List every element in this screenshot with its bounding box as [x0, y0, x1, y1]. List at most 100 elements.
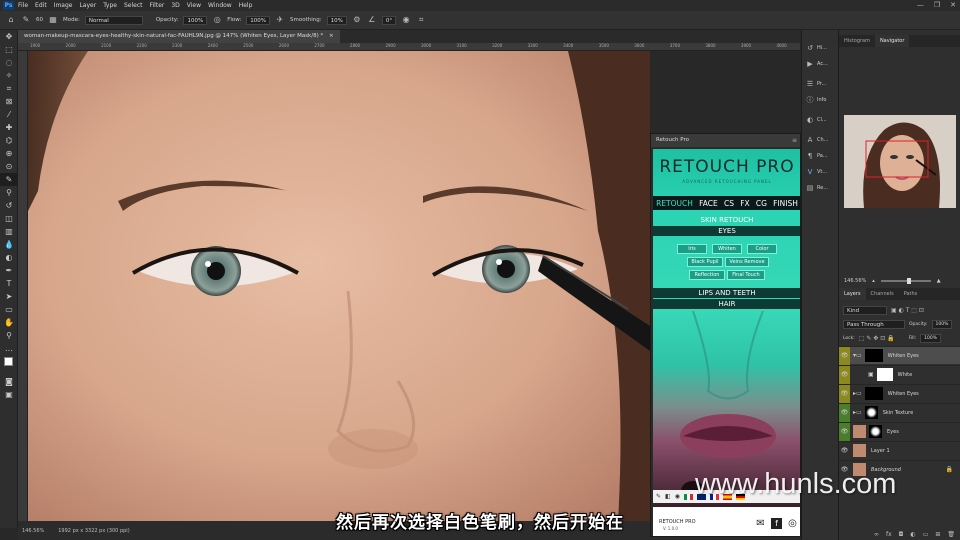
- new-layer-icon[interactable]: ⊞: [935, 531, 940, 538]
- layer-row[interactable]: 👁 ▸▭ Skin Texture: [839, 403, 960, 422]
- symmetry-icon[interactable]: ⌗: [416, 15, 426, 25]
- link-layers-icon[interactable]: ∞: [874, 531, 879, 538]
- more-tools-icon[interactable]: …: [0, 342, 18, 355]
- color-panel-button[interactable]: ◐ Cl...: [802, 112, 839, 128]
- lasso-tool-icon[interactable]: ◌: [0, 56, 18, 69]
- actions-panel-button[interactable]: ▶ Ac...: [802, 56, 839, 72]
- visibility-eye-icon[interactable]: 👁: [839, 346, 850, 365]
- brush-tool-icon[interactable]: ✎: [0, 173, 18, 186]
- section-eyes[interactable]: EYES: [653, 226, 800, 236]
- brush-size[interactable]: 60: [36, 17, 43, 23]
- nav-fx[interactable]: FX: [740, 199, 749, 208]
- filter-icons[interactable]: ▣ ◐ T ⬚ ⊡: [891, 307, 924, 314]
- menu-window[interactable]: Window: [208, 2, 232, 9]
- nav-retouch[interactable]: RETOUCH: [656, 199, 693, 208]
- whiten-button[interactable]: Whiten: [712, 244, 742, 254]
- type-tool-icon[interactable]: T: [0, 277, 18, 290]
- tab-histogram[interactable]: Histogram: [839, 35, 875, 47]
- tab-navigator[interactable]: Navigator: [874, 35, 910, 47]
- eraser-tool-icon[interactable]: ◫: [0, 212, 18, 225]
- history-brush-tool-icon[interactable]: ↺: [0, 199, 18, 212]
- menu-file[interactable]: File: [18, 2, 28, 9]
- zoom-slider[interactable]: [880, 278, 931, 284]
- screen-mode-icon[interactable]: ▣: [0, 388, 18, 401]
- layer-row[interactable]: 👁 Layer 1: [839, 441, 960, 459]
- visibility-eye-icon[interactable]: 👁: [839, 442, 850, 460]
- nav-cg[interactable]: CG: [756, 199, 767, 208]
- mode-select[interactable]: Normal: [84, 15, 143, 25]
- dodge-tool-icon[interactable]: ◐: [0, 251, 18, 264]
- pen-tool-icon[interactable]: ✒: [0, 264, 18, 277]
- layer-row[interactable]: 👁 ▾▭ Whiten Eyes: [839, 346, 960, 365]
- adjustment-icon[interactable]: ◐: [910, 531, 915, 538]
- layer-opacity-input[interactable]: 100%: [931, 320, 953, 329]
- image-canvas[interactable]: [28, 51, 650, 521]
- color-swatches[interactable]: [0, 355, 17, 375]
- tab-paths[interactable]: Paths: [899, 288, 923, 300]
- trash-icon[interactable]: 🗑: [947, 531, 955, 538]
- mask-mini-icon[interactable]: ◧: [665, 493, 671, 500]
- instagram-icon[interactable]: ◎: [787, 518, 798, 529]
- flow-input[interactable]: 100%: [246, 15, 271, 25]
- italian-flag-icon[interactable]: [683, 493, 693, 500]
- zoom-out-icon[interactable]: ▴: [872, 278, 875, 284]
- move-tool-icon[interactable]: ✥: [0, 30, 18, 43]
- nav-finish[interactable]: FINISH: [773, 199, 798, 208]
- menu-3d[interactable]: 3D: [171, 2, 179, 9]
- pressure-size-icon[interactable]: ◉: [401, 15, 411, 25]
- eyedropper-tool-icon[interactable]: ⁄: [0, 108, 18, 121]
- section-lips-and-teeth[interactable]: LIPS AND TEETH: [653, 288, 800, 298]
- healing-tool-icon[interactable]: ✚: [0, 121, 18, 134]
- quick-select-tool-icon[interactable]: ✧: [0, 69, 18, 82]
- nav-face[interactable]: FACE: [699, 199, 718, 208]
- fx-icon[interactable]: fx: [886, 531, 892, 538]
- navigator-thumbnail[interactable]: [844, 115, 956, 208]
- visibility-eye-icon[interactable]: 👁: [839, 422, 850, 441]
- close-button[interactable]: ✕: [950, 1, 956, 9]
- blur-tool-icon[interactable]: 💧: [0, 238, 18, 251]
- info-panel-button[interactable]: ⓘ Info: [802, 92, 839, 108]
- zoom-tool-icon[interactable]: ⚲: [0, 329, 18, 342]
- menu-type[interactable]: Type: [103, 2, 117, 9]
- quick-mask-icon[interactable]: ◙: [0, 375, 18, 388]
- menu-layer[interactable]: Layer: [79, 2, 96, 9]
- brush-tool-icon[interactable]: ✎: [21, 15, 31, 25]
- final-touch-button[interactable]: Final Touch: [727, 270, 765, 280]
- layer-row[interactable]: 👁 ▸▭ Whiten Eyes: [839, 384, 960, 403]
- zoom-in-icon[interactable]: ▲: [937, 278, 941, 284]
- lock-icons[interactable]: ⬚ ✎ ✥ ⊡ 🔒: [859, 335, 895, 342]
- eye-mini-icon[interactable]: ◉: [675, 493, 680, 500]
- paragraph-panel-button[interactable]: ¶ Pa...: [802, 148, 839, 164]
- red-eye-tool-icon[interactable]: ⊙: [0, 160, 18, 173]
- fill-input[interactable]: 100%: [920, 334, 942, 343]
- angle-input[interactable]: 0°: [381, 15, 397, 25]
- layer-row[interactable]: 👁 ▣ White: [839, 365, 960, 384]
- menu-select[interactable]: Select: [124, 2, 143, 9]
- pressure-opacity-icon[interactable]: ◎: [212, 15, 222, 25]
- vt-panel-button[interactable]: V Vt...: [802, 164, 839, 180]
- color-button[interactable]: Color: [747, 244, 777, 254]
- foreground-color[interactable]: [4, 357, 13, 366]
- zoom-slider-handle[interactable]: [906, 278, 911, 284]
- navigator-zoom-value[interactable]: 146.56%: [844, 278, 866, 284]
- section-hair[interactable]: HAIR: [653, 299, 800, 309]
- character-panel-button[interactable]: A Ch...: [802, 132, 839, 148]
- retouch-pro-panel-header[interactable]: Retouch Pro ≡: [651, 134, 800, 147]
- visibility-eye-icon[interactable]: 👁: [839, 403, 850, 422]
- minimize-button[interactable]: —: [917, 1, 924, 9]
- marquee-tool-icon[interactable]: ⬚: [0, 43, 18, 56]
- shape-tool-icon[interactable]: ▭: [0, 303, 18, 316]
- tab-channels[interactable]: Channels: [866, 288, 899, 300]
- content-aware-tool-icon[interactable]: ⊕: [0, 147, 18, 160]
- section-skin-retouch[interactable]: SKIN RETOUCH: [653, 215, 800, 225]
- opacity-input[interactable]: 100%: [183, 15, 208, 25]
- veins-remove-button[interactable]: Veins Remove: [725, 257, 769, 267]
- menu-edit[interactable]: Edit: [35, 2, 47, 9]
- gradient-tool-icon[interactable]: ▥: [0, 225, 18, 238]
- reflection-button[interactable]: Reflection: [689, 270, 725, 280]
- menu-image[interactable]: Image: [54, 2, 73, 9]
- add-mask-icon[interactable]: ◘: [899, 531, 904, 538]
- retouch-panel-button[interactable]: ▤ Re...: [802, 180, 839, 196]
- frame-tool-icon[interactable]: ⊠: [0, 95, 18, 108]
- panel-menu-icon[interactable]: ≡: [792, 134, 797, 147]
